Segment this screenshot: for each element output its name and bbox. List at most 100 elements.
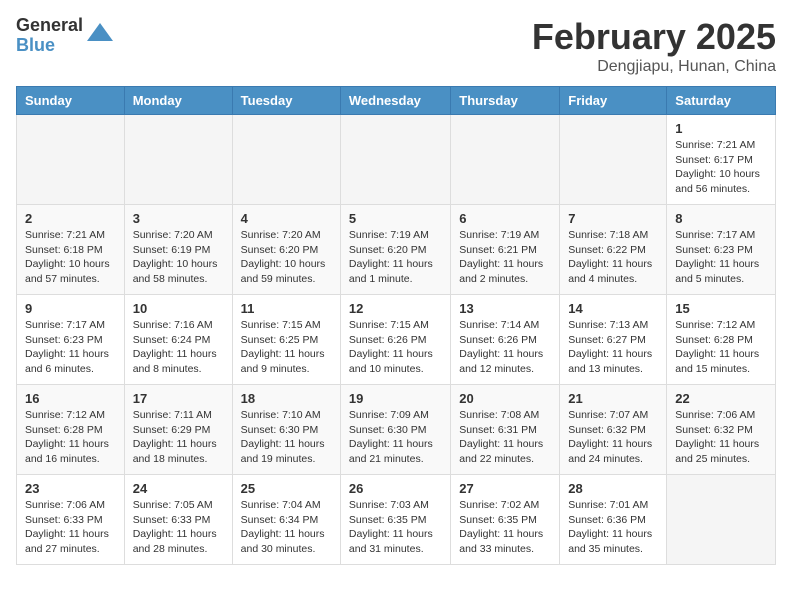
week-row-0: 1 Sunrise: 7:21 AM Sunset: 6:17 PM Daylig… <box>17 115 776 205</box>
calendar-cell: 24Sunrise: 7:05 AM Sunset: 6:33 PM Dayli… <box>124 475 232 565</box>
header-sunday: Sunday <box>17 87 125 115</box>
logo-icon <box>85 21 115 51</box>
calendar-cell: 23Sunrise: 7:06 AM Sunset: 6:33 PM Dayli… <box>17 475 125 565</box>
calendar-cell: 26 Sunrise: 7:03 AM Sunset: 6:35 PM Dayli… <box>340 475 450 565</box>
day-info: Sunrise: 7:14 AM Sunset: 6:26 PM Dayligh… <box>459 318 551 377</box>
calendar-cell: 17 Sunrise: 7:11 AM Sunset: 6:29 PM Dayli… <box>124 385 232 475</box>
calendar-body: 1 Sunrise: 7:21 AM Sunset: 6:17 PM Daylig… <box>17 115 776 565</box>
day-number: 3 <box>133 211 224 226</box>
week-row-3: 16 Sunrise: 7:12 AM Sunset: 6:28 PM Dayli… <box>17 385 776 475</box>
day-info: Sunrise: 7:06 AM Sunset: 6:32 PM Dayligh… <box>675 408 767 467</box>
calendar-cell: 28 Sunrise: 7:01 AM Sunset: 6:36 PM Dayli… <box>560 475 667 565</box>
day-number: 4 <box>241 211 332 226</box>
day-number: 15 <box>675 301 767 316</box>
header-thursday: Thursday <box>451 87 560 115</box>
day-info: Sunrise: 7:21 AM Sunset: 6:17 PM Dayligh… <box>675 138 767 197</box>
logo-blue: Blue <box>16 36 83 56</box>
calendar-cell <box>232 115 340 205</box>
day-info: Sunrise: 7:12 AM Sunset: 6:28 PM Dayligh… <box>675 318 767 377</box>
day-info: Sunrise: 7:18 AM Sunset: 6:22 PM Dayligh… <box>568 228 658 287</box>
calendar-cell: 18 Sunrise: 7:10 AM Sunset: 6:30 PM Dayli… <box>232 385 340 475</box>
week-row-4: 23Sunrise: 7:06 AM Sunset: 6:33 PM Dayli… <box>17 475 776 565</box>
day-info: Sunrise: 7:09 AM Sunset: 6:30 PM Dayligh… <box>349 408 442 467</box>
day-number: 11 <box>241 301 332 316</box>
day-info: Sunrise: 7:03 AM Sunset: 6:35 PM Dayligh… <box>349 498 442 557</box>
day-number: 13 <box>459 301 551 316</box>
day-info: Sunrise: 7:02 AM Sunset: 6:35 PM Dayligh… <box>459 498 551 557</box>
logo: General Blue <box>16 16 115 56</box>
day-info: Sunrise: 7:15 AM Sunset: 6:25 PM Dayligh… <box>241 318 332 377</box>
day-number: 25 <box>241 481 332 496</box>
calendar-cell: 13 Sunrise: 7:14 AM Sunset: 6:26 PM Dayli… <box>451 295 560 385</box>
day-number: 28 <box>568 481 658 496</box>
day-info: Sunrise: 7:10 AM Sunset: 6:30 PM Dayligh… <box>241 408 332 467</box>
day-number: 1 <box>675 121 767 136</box>
page-header: General Blue February 2025 Dengjiapu, Hu… <box>16 16 776 76</box>
day-info: Sunrise: 7:11 AM Sunset: 6:29 PM Dayligh… <box>133 408 224 467</box>
day-info: Sunrise: 7:17 AM Sunset: 6:23 PM Dayligh… <box>675 228 767 287</box>
calendar-cell: 5Sunrise: 7:19 AM Sunset: 6:20 PM Daylig… <box>340 205 450 295</box>
header-friday: Friday <box>560 87 667 115</box>
day-info: Sunrise: 7:07 AM Sunset: 6:32 PM Dayligh… <box>568 408 658 467</box>
logo-general: General <box>16 16 83 36</box>
day-info: Sunrise: 7:21 AM Sunset: 6:18 PM Dayligh… <box>25 228 116 287</box>
day-number: 24 <box>133 481 224 496</box>
day-number: 23 <box>25 481 116 496</box>
calendar-cell: 19 Sunrise: 7:09 AM Sunset: 6:30 PM Dayli… <box>340 385 450 475</box>
day-number: 19 <box>349 391 442 406</box>
calendar-cell: 20 Sunrise: 7:08 AM Sunset: 6:31 PM Dayli… <box>451 385 560 475</box>
calendar-cell <box>451 115 560 205</box>
calendar-cell: 9 Sunrise: 7:17 AM Sunset: 6:23 PM Daylig… <box>17 295 125 385</box>
day-info: Sunrise: 7:16 AM Sunset: 6:24 PM Dayligh… <box>133 318 224 377</box>
header-monday: Monday <box>124 87 232 115</box>
day-number: 16 <box>25 391 116 406</box>
day-number: 18 <box>241 391 332 406</box>
day-number: 27 <box>459 481 551 496</box>
calendar: SundayMondayTuesdayWednesdayThursdayFrid… <box>16 86 776 565</box>
day-number: 8 <box>675 211 767 226</box>
day-number: 17 <box>133 391 224 406</box>
day-number: 5 <box>349 211 442 226</box>
calendar-cell: 7 Sunrise: 7:18 AM Sunset: 6:22 PM Daylig… <box>560 205 667 295</box>
calendar-cell <box>560 115 667 205</box>
calendar-cell <box>124 115 232 205</box>
calendar-cell: 27 Sunrise: 7:02 AM Sunset: 6:35 PM Dayli… <box>451 475 560 565</box>
calendar-cell: 10 Sunrise: 7:16 AM Sunset: 6:24 PM Dayli… <box>124 295 232 385</box>
day-number: 21 <box>568 391 658 406</box>
day-info: Sunrise: 7:15 AM Sunset: 6:26 PM Dayligh… <box>349 318 442 377</box>
day-info: Sunrise: 7:04 AM Sunset: 6:34 PM Dayligh… <box>241 498 332 557</box>
calendar-cell: 1 Sunrise: 7:21 AM Sunset: 6:17 PM Daylig… <box>667 115 776 205</box>
day-info: Sunrise: 7:12 AM Sunset: 6:28 PM Dayligh… <box>25 408 116 467</box>
day-info: Sunrise: 7:17 AM Sunset: 6:23 PM Dayligh… <box>25 318 116 377</box>
day-info: Sunrise: 7:08 AM Sunset: 6:31 PM Dayligh… <box>459 408 551 467</box>
week-row-1: 2 Sunrise: 7:21 AM Sunset: 6:18 PM Daylig… <box>17 205 776 295</box>
calendar-cell: 11 Sunrise: 7:15 AM Sunset: 6:25 PM Dayli… <box>232 295 340 385</box>
calendar-cell <box>667 475 776 565</box>
day-number: 14 <box>568 301 658 316</box>
calendar-cell: 16 Sunrise: 7:12 AM Sunset: 6:28 PM Dayli… <box>17 385 125 475</box>
calendar-cell: 22 Sunrise: 7:06 AM Sunset: 6:32 PM Dayli… <box>667 385 776 475</box>
header-row: SundayMondayTuesdayWednesdayThursdayFrid… <box>17 87 776 115</box>
day-number: 2 <box>25 211 116 226</box>
day-number: 7 <box>568 211 658 226</box>
title-section: February 2025 Dengjiapu, Hunan, China <box>532 16 776 76</box>
day-info: Sunrise: 7:20 AM Sunset: 6:20 PM Dayligh… <box>241 228 332 287</box>
header-wednesday: Wednesday <box>340 87 450 115</box>
calendar-cell: 8 Sunrise: 7:17 AM Sunset: 6:23 PM Daylig… <box>667 205 776 295</box>
day-number: 26 <box>349 481 442 496</box>
day-number: 6 <box>459 211 551 226</box>
week-row-2: 9 Sunrise: 7:17 AM Sunset: 6:23 PM Daylig… <box>17 295 776 385</box>
day-info: Sunrise: 7:20 AM Sunset: 6:19 PM Dayligh… <box>133 228 224 287</box>
day-number: 10 <box>133 301 224 316</box>
day-info: Sunrise: 7:13 AM Sunset: 6:27 PM Dayligh… <box>568 318 658 377</box>
calendar-cell <box>17 115 125 205</box>
day-info: Sunrise: 7:01 AM Sunset: 6:36 PM Dayligh… <box>568 498 658 557</box>
day-number: 9 <box>25 301 116 316</box>
day-number: 20 <box>459 391 551 406</box>
calendar-cell: 21 Sunrise: 7:07 AM Sunset: 6:32 PM Dayli… <box>560 385 667 475</box>
calendar-cell: 14 Sunrise: 7:13 AM Sunset: 6:27 PM Dayli… <box>560 295 667 385</box>
day-number: 22 <box>675 391 767 406</box>
location: Dengjiapu, Hunan, China <box>532 58 776 76</box>
calendar-cell: 25 Sunrise: 7:04 AM Sunset: 6:34 PM Dayli… <box>232 475 340 565</box>
calendar-cell: 12Sunrise: 7:15 AM Sunset: 6:26 PM Dayli… <box>340 295 450 385</box>
